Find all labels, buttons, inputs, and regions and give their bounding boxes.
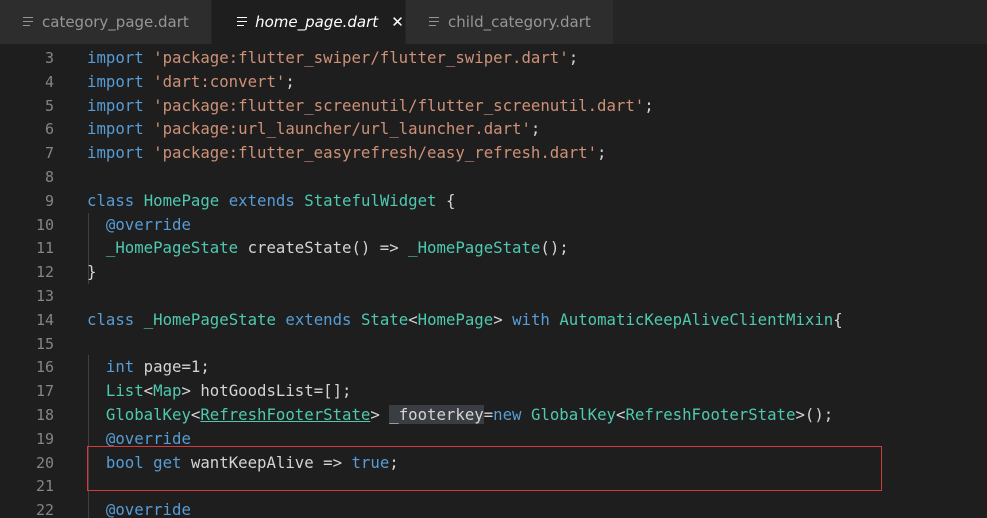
code-line[interactable]: 12} xyxy=(0,260,987,284)
line-number: 3 xyxy=(44,49,54,67)
file-lines-icon xyxy=(236,16,247,29)
code-line[interactable]: 6 import 'package:url_launcher/url_launch… xyxy=(0,117,987,141)
code-text: class HomePage extends StatefulWidget { xyxy=(87,190,456,210)
code-line[interactable]: 3 import 'package:flutter_swiper/flutter_… xyxy=(0,46,987,70)
code-text: int page=1; xyxy=(105,357,210,377)
code-text: GlobalKey<RefreshFooterState> _footerkey… xyxy=(105,405,834,424)
line-number: 20 xyxy=(35,453,54,472)
line-number: 12 xyxy=(35,263,54,282)
code-text: @override xyxy=(105,500,191,518)
code-line[interactable]: 8 xyxy=(0,165,987,189)
code-text: import 'package:flutter_easyrefresh/easy… xyxy=(87,143,607,163)
line-number: 18 xyxy=(35,406,54,424)
line-number: 14 xyxy=(35,310,54,329)
line-number: 11 xyxy=(35,239,54,258)
tab-home-page[interactable]: home_page.dart ✕ xyxy=(212,0,406,44)
code-text: import 'package:flutter_screenutil/flutt… xyxy=(87,95,654,115)
code-text: @override xyxy=(105,214,191,234)
code-text: import 'package:url_launcher/url_launche… xyxy=(87,119,541,139)
code-text: import 'package:flutter_swiper/flutter_s… xyxy=(87,48,579,67)
tab-category-page[interactable]: category_page.dart xyxy=(0,0,212,44)
code-line[interactable]: 4 import 'dart:convert'; xyxy=(0,70,987,94)
tab-child-category[interactable]: child_category.dart xyxy=(406,0,614,44)
line-number: 10 xyxy=(35,215,54,234)
close-icon[interactable]: ✕ xyxy=(390,13,405,31)
line-number: 7 xyxy=(44,144,54,163)
code-editor[interactable]: 3 import 'package:flutter_swiper/flutter_… xyxy=(0,44,987,518)
code-line[interactable]: 22 @override xyxy=(0,498,987,518)
line-number: 13 xyxy=(35,287,54,305)
highlight-box xyxy=(87,446,882,491)
code-text: List<Map> hotGoodsList=[]; xyxy=(105,381,352,401)
code-line[interactable]: 7 import 'package:flutter_easyrefresh/eas… xyxy=(0,141,987,165)
code-line[interactable]: 14 class _HomePageState extends State<Hom… xyxy=(0,308,987,332)
code-line[interactable]: 10 @override xyxy=(0,213,987,237)
code-line[interactable]: 11 _HomePageState createState() => _Home… xyxy=(0,236,987,260)
file-lines-icon xyxy=(22,16,34,29)
tab-label: home_page.dart xyxy=(255,13,379,31)
code-text: class _HomePageState extends State<HomeP… xyxy=(87,309,843,329)
line-number: 5 xyxy=(44,96,54,115)
line-number: 17 xyxy=(35,382,54,401)
code-line[interactable]: 5 import 'package:flutter_screenutil/flut… xyxy=(0,94,987,118)
tab-label: child_category.dart xyxy=(448,13,591,31)
line-number: 15 xyxy=(35,334,54,353)
line-number: 16 xyxy=(35,358,54,377)
line-number: 22 xyxy=(35,501,54,518)
code-line[interactable]: 13 xyxy=(0,284,987,308)
file-lines-icon xyxy=(428,16,440,29)
line-number: 9 xyxy=(44,191,54,210)
editor-tab-bar: category_page.dart home_page.dart ✕ chil… xyxy=(0,0,987,44)
code-text: import 'dart:convert'; xyxy=(87,71,295,91)
line-number: 4 xyxy=(44,72,54,91)
tab-label: category_page.dart xyxy=(42,13,189,31)
code-line[interactable]: 9 class HomePage extends StatefulWidget { xyxy=(0,189,987,213)
code-line[interactable]: 17 List<Map> hotGoodsList=[]; xyxy=(0,379,987,403)
line-number: 6 xyxy=(44,120,54,139)
code-line[interactable]: 15 xyxy=(0,332,987,356)
code-text: } xyxy=(87,262,97,282)
line-number: 21 xyxy=(35,477,54,496)
code-line[interactable]: 16 int page=1; xyxy=(0,355,987,379)
code-text: _HomePageState createState() => _HomePag… xyxy=(105,238,569,258)
code-line[interactable]: 18 GlobalKey<RefreshFooterState> _footer… xyxy=(0,403,987,427)
line-number: 19 xyxy=(35,429,54,448)
line-number: 8 xyxy=(44,168,54,186)
